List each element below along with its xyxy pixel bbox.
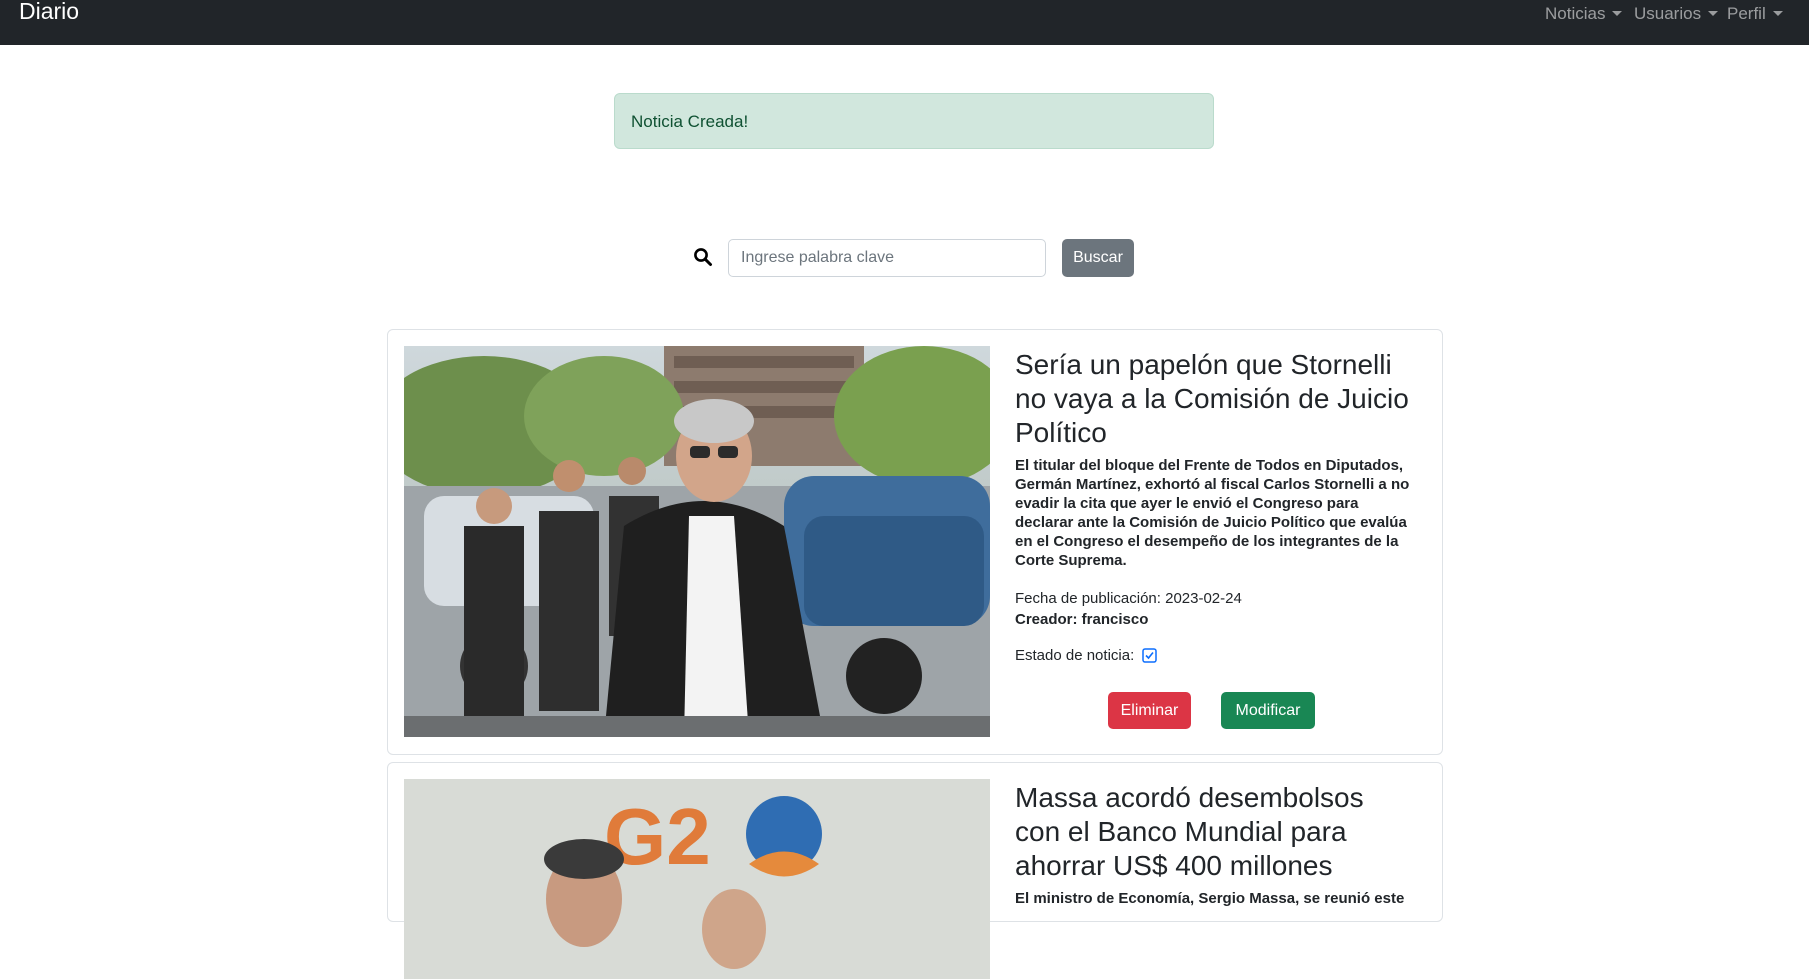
- nav-menu-label: Noticias: [1545, 4, 1606, 23]
- status-label: Estado de noticia:: [1015, 647, 1135, 664]
- news-summary: El titular del bloque del Frente de Todo…: [1015, 457, 1410, 569]
- news-status: Estado de noticia:: [1015, 646, 1158, 666]
- news-summary: El ministro de Economía, Sergio Massa, s…: [1015, 890, 1405, 907]
- alert-message: Noticia Creada!: [631, 112, 749, 131]
- nav-menu-label: Perfil: [1727, 4, 1766, 23]
- news-card: G2 Massa acordó desembolsos con el Banco…: [387, 762, 1443, 979]
- delete-button[interactable]: Eliminar: [1108, 692, 1191, 729]
- news-creator: Creador: francisco: [1015, 611, 1149, 628]
- chevron-down-icon: [1708, 11, 1719, 16]
- chevron-down-icon: [1772, 11, 1783, 16]
- brand-logo[interactable]: Diario: [19, 0, 79, 25]
- chevron-down-icon: [1612, 11, 1623, 16]
- search-input[interactable]: [728, 239, 1046, 277]
- success-alert: Noticia Creada!: [614, 93, 1214, 149]
- checkbox-checked-icon: [1142, 648, 1158, 663]
- news-image: G2: [404, 779, 990, 979]
- news-title[interactable]: Sería un papelón que Stornelli no vaya a…: [1015, 348, 1415, 450]
- search-button[interactable]: Buscar: [1062, 239, 1134, 277]
- news-image: [404, 346, 990, 737]
- news-title[interactable]: Massa acordó desembolsos con el Banco Mu…: [1015, 781, 1415, 883]
- nav-menu-perfil[interactable]: Perfil: [1727, 3, 1783, 25]
- nav-menu-noticias[interactable]: Noticias: [1545, 3, 1623, 25]
- modify-button[interactable]: Modificar: [1221, 692, 1315, 729]
- news-card: Sería un papelón que Stornelli no vaya a…: [387, 329, 1443, 755]
- top-navbar: Diario Noticias Usuarios Perfil: [0, 0, 1809, 45]
- nav-menu-usuarios[interactable]: Usuarios: [1634, 3, 1719, 25]
- search-icon: [694, 248, 712, 266]
- publication-date: Fecha de publicación: 2023-02-24: [1015, 590, 1242, 607]
- nav-menu-label: Usuarios: [1634, 4, 1702, 23]
